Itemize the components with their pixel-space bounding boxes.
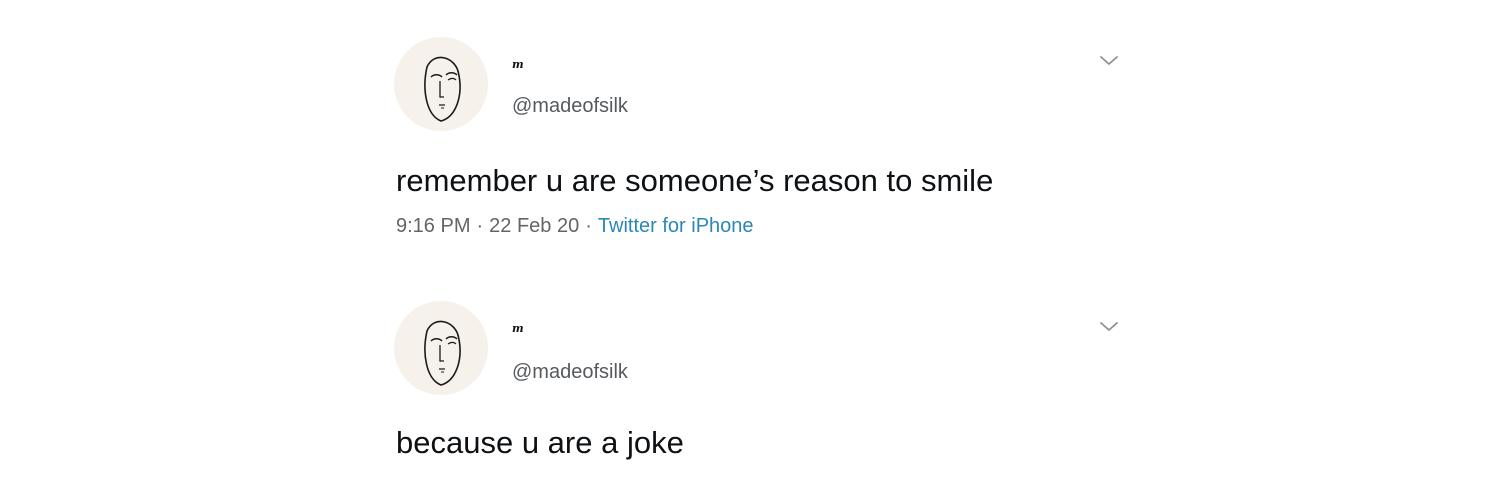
display-name[interactable]: m — [512, 322, 524, 335]
meta-separator: · — [585, 215, 592, 237]
tweet-menu-button[interactable] — [1098, 52, 1120, 70]
meta-separator: · — [476, 215, 484, 237]
tweet-date[interactable]: 22 Feb 20 — [489, 215, 579, 237]
avatar[interactable] — [394, 37, 488, 131]
username-handle[interactable]: @madeofsilk — [512, 95, 628, 118]
avatar[interactable] — [394, 301, 488, 395]
line-drawn-face-icon — [424, 320, 461, 386]
username-handle[interactable]: @madeofsilk — [512, 361, 628, 384]
tweet-menu-button[interactable] — [1098, 318, 1120, 336]
tweet: m @madeofsilk remember u are someone’s r… — [0, 0, 1499, 260]
tweet-text: remember u are someone’s reason to smile — [396, 163, 994, 198]
display-name[interactable]: m — [512, 58, 524, 71]
tweet-time[interactable]: 9:16 PM — [396, 215, 470, 237]
tweet-text: because u are a joke — [396, 425, 684, 460]
chevron-down-icon — [1100, 322, 1118, 331]
line-drawn-face-icon — [424, 56, 461, 122]
tweet-meta: 9:16 PM · 22 Feb 20 · Twitter for iPhone — [396, 215, 754, 238]
tweet-source-link[interactable]: Twitter for iPhone — [598, 215, 754, 237]
chevron-down-icon — [1100, 56, 1118, 65]
tweet: m @madeofsilk because u are a joke — [0, 262, 1499, 499]
